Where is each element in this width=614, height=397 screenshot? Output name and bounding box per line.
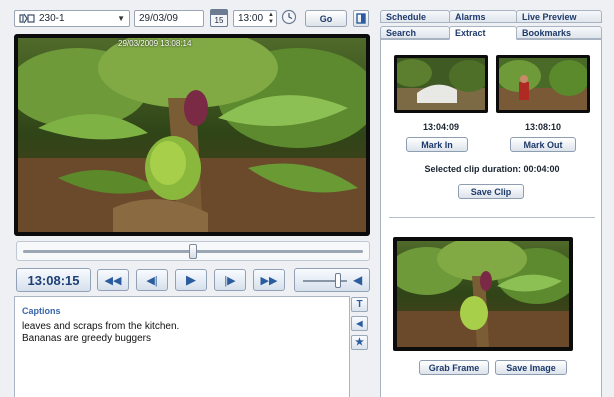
step-forward-icon: |▶ [224, 274, 236, 287]
detach-window-icon[interactable] [353, 10, 369, 27]
mark-out-thumbnail [496, 55, 590, 113]
current-time-value: 13:08:15 [27, 272, 80, 288]
caption-line: leaves and scraps from the kitchen. [22, 321, 180, 332]
clip-duration-text: Selected clip duration: 00:04:00 [424, 164, 560, 174]
step-back-icon: ◀| [146, 274, 158, 287]
step-back-button[interactable]: ◀| [136, 269, 168, 291]
chevron-down-icon: ▼ [117, 14, 125, 23]
arrow-left-icon: ◀ [356, 319, 363, 328]
mark-in-time: 13:04:09 [422, 122, 460, 132]
date-field[interactable]: 29/03/09 [134, 10, 204, 27]
grab-frame-button[interactable]: Grab Frame [419, 360, 489, 375]
seek-handle[interactable] [189, 244, 197, 259]
caption-line: Bananas are greedy buggers [22, 333, 151, 344]
date-value: 29/03/09 [139, 13, 178, 24]
save-image-button[interactable]: Save Image [495, 360, 567, 375]
tab-label: Bookmarks [522, 27, 572, 38]
clock-icon [281, 9, 297, 28]
star-icon: ★ [355, 337, 364, 348]
play-button[interactable]: ▶ [175, 269, 207, 291]
camera-icon [19, 13, 35, 24]
grab-frame-preview [393, 237, 573, 351]
volume-control[interactable]: ◀ [294, 268, 370, 292]
speaker-icon[interactable]: ◀ [353, 273, 362, 287]
tab-search[interactable]: Search [380, 26, 450, 39]
tab-label: Live Preview [522, 11, 577, 22]
seek-bar[interactable] [16, 241, 370, 261]
go-label: Go [319, 13, 333, 24]
fast-forward-icon: ▶▶ [260, 274, 278, 287]
save-clip-button[interactable]: Save Clip [458, 184, 524, 199]
tab-live-preview[interactable]: Live Preview [516, 10, 602, 23]
camera-select[interactable]: 230-1 ▼ [14, 10, 130, 27]
calendar-day: 15 [214, 16, 224, 25]
divider [389, 217, 595, 218]
stepper-down-icon[interactable]: ▼ [268, 19, 274, 26]
tab-label: Extract [455, 28, 486, 38]
save-clip-label: Save Clip [470, 186, 512, 197]
tab-bookmarks[interactable]: Bookmarks [516, 26, 602, 39]
tab-schedule[interactable]: Schedule [380, 10, 450, 23]
text-icon: T [356, 299, 363, 310]
mark-out-label: Mark Out [523, 139, 563, 150]
grab-frame-label: Grab Frame [428, 362, 480, 373]
fast-forward-button[interactable]: ▶▶ [253, 269, 285, 291]
captions-panel[interactable]: Captions leaves and scraps from the kitc… [14, 296, 350, 397]
mark-in-label: Mark In [421, 139, 453, 150]
save-image-label: Save Image [506, 362, 556, 373]
go-button[interactable]: Go [305, 10, 347, 27]
mark-in-thumbnail [394, 55, 488, 113]
time-field[interactable]: 13:00 ▲ ▼ [233, 10, 277, 27]
video-player[interactable]: 29/03/2009 13:08:14 [14, 34, 370, 236]
time-value: 13:00 [238, 13, 264, 24]
time-stepper[interactable]: ▲ ▼ [268, 12, 276, 26]
text-format-button[interactable]: T [351, 297, 368, 312]
tab-label: Search [386, 27, 417, 38]
current-time-display: 13:08:15 [16, 268, 91, 292]
caption-star-button[interactable]: ★ [351, 335, 368, 350]
tab-extract[interactable]: Extract [449, 26, 517, 40]
camera-value: 230-1 [39, 13, 65, 24]
video-frame [18, 38, 366, 232]
tab-label: Schedule [386, 11, 427, 22]
step-forward-button[interactable]: |▶ [214, 269, 246, 291]
tab-label: Alarms [455, 11, 486, 22]
calendar-icon[interactable]: 15 [210, 9, 228, 27]
play-icon: ▶ [186, 272, 196, 287]
volume-slider-handle[interactable] [335, 273, 342, 288]
rewind-icon: ◀◀ [104, 274, 122, 287]
caption-prev-button[interactable]: ◀ [351, 316, 368, 331]
stepper-up-icon[interactable]: ▲ [268, 12, 274, 19]
video-timestamp: 29/03/2009 13:08:14 [118, 39, 192, 48]
mark-out-time: 13:08:10 [524, 122, 562, 132]
mark-out-button[interactable]: Mark Out [510, 137, 576, 152]
mark-in-button[interactable]: Mark In [406, 137, 468, 152]
rewind-button[interactable]: ◀◀ [97, 269, 129, 291]
tab-alarms[interactable]: Alarms [449, 10, 517, 23]
extract-panel: 13:04:09 13:08:10 Mark In Mark Out Selec… [380, 39, 602, 397]
captions-title: Captions [22, 306, 61, 316]
